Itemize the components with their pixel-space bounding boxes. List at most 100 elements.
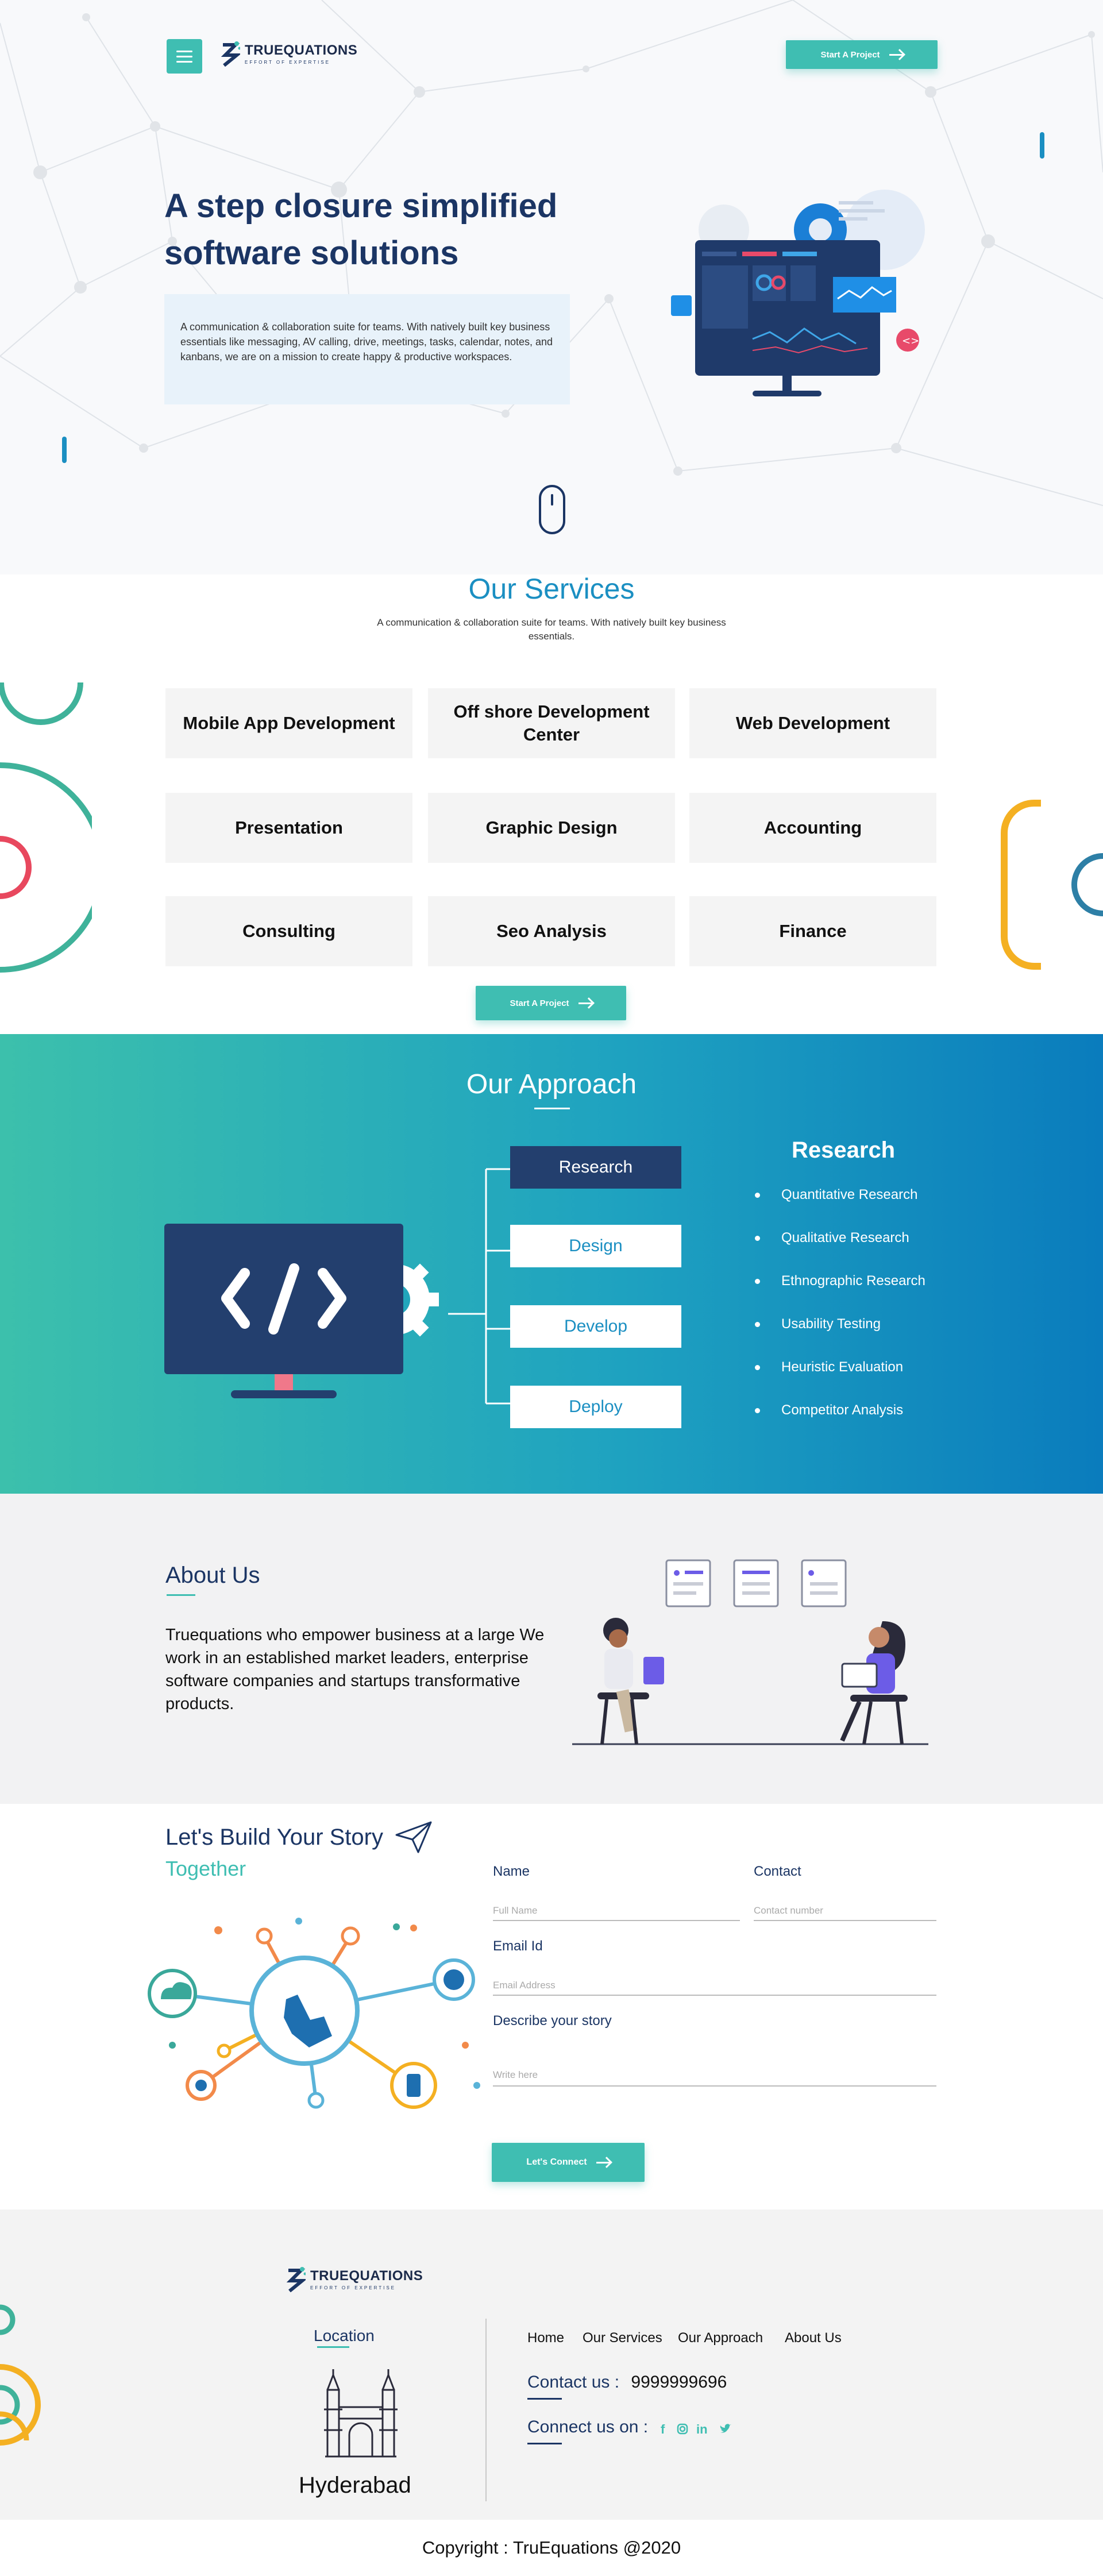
arrow-right-icon [578, 1002, 592, 1004]
city-name: Hyderabad [299, 2473, 411, 2498]
footer-nav-home[interactable]: Home [527, 2330, 564, 2346]
service-card[interactable]: Off shore Development Center [428, 688, 675, 758]
about-title: About Us [165, 1563, 260, 1588]
contact-us-phone[interactable]: 9999999696 [631, 2373, 727, 2392]
menu-icon-bar [176, 60, 192, 63]
lets-connect-label: Let's Connect [526, 2157, 587, 2167]
services-subtitle: A communication & collaboration suite fo… [377, 617, 726, 642]
approach-title-underline [534, 1108, 570, 1109]
services-start-project-button[interactable]: Start A Project [476, 986, 626, 1020]
footer-nav-approach[interactable]: Our Approach [678, 2330, 763, 2346]
decor-circles-right [1001, 800, 1103, 970]
about-section: About Us Truequations who empower busine… [0, 1494, 1103, 1804]
logo-icon [286, 2267, 306, 2292]
story-textarea[interactable]: Write here [493, 2057, 936, 2087]
arrow-right-icon [596, 2161, 610, 2164]
location-label: Location [314, 2327, 375, 2344]
hero-description-box: A communication & collaboration suite fo… [164, 294, 570, 404]
approach-detail-title: Research [792, 1137, 896, 1163]
about-title-underline [167, 1594, 195, 1596]
linkedin-icon[interactable]: in [696, 2422, 708, 2437]
email-label: Email Id [493, 1938, 543, 1954]
approach-detail-list: Quantitative Research Qualitative Resear… [753, 1188, 925, 1447]
contact-label: Contact [754, 1864, 801, 1879]
hero-section: TRUEQUATIONS EFFORT OF EXPERTISE Start A… [0, 0, 1103, 574]
story-title-highlight: Together [165, 1857, 246, 1880]
name-label: Name [493, 1864, 530, 1879]
contact-us-label: Contact us : [527, 2373, 620, 2392]
logo-icon [221, 41, 240, 67]
computer-illustration: <> [671, 190, 925, 396]
decor-circles-footer [0, 2304, 41, 2446]
service-card[interactable]: Mobile App Development [165, 688, 412, 758]
menu-button[interactable] [167, 39, 202, 74]
list-item: Qualitative Research [753, 1231, 925, 1274]
svg-text:<>: <> [902, 335, 919, 347]
connect-us: Connect us on : [527, 2417, 648, 2437]
logo-tagline: EFFORT OF EXPERTISE [245, 59, 331, 65]
contact-us: Contact us : 9999999696 [527, 2373, 727, 2392]
logo-name: TRUEQUATIONS [245, 42, 358, 58]
service-card[interactable]: Web Development [689, 688, 936, 758]
start-project-label: Start A Project [510, 998, 569, 1008]
approach-title: Our Approach [466, 1069, 637, 1100]
footer-logo[interactable]: TRUEQUATIONS EFFORT OF EXPERTISE [286, 2266, 423, 2292]
facebook-icon[interactable]: f [661, 2422, 665, 2437]
instagram-icon[interactable] [677, 2423, 688, 2435]
about-text: Truequations who empower business at a l… [165, 1626, 545, 1713]
hero-title-line2: software solutions [164, 234, 459, 272]
list-item: Quantitative Research [753, 1188, 925, 1231]
contact-input[interactable]: Contact number [754, 1898, 936, 1921]
list-item: Ethnographic Research [753, 1274, 925, 1317]
story-title: Let's Build Your Story [165, 1825, 383, 1850]
menu-icon-bar [176, 50, 192, 52]
connect-us-underline [527, 2443, 562, 2444]
copyright: Copyright : TruEquations @2020 [0, 2520, 1103, 2576]
start-project-label: Start A Project [820, 49, 880, 60]
start-project-button[interactable]: Start A Project [786, 40, 938, 69]
team-illustration [572, 1559, 928, 1745]
approach-step-design[interactable]: Design [510, 1225, 681, 1267]
logo-tagline: EFFORT OF EXPERTISE [310, 2285, 396, 2290]
paper-plane-icon [395, 1821, 432, 1853]
code-monitor-illustration [164, 1224, 439, 1398]
service-card[interactable]: Seo Analysis [428, 896, 675, 966]
decor-circles-left [0, 682, 92, 973]
menu-icon-bar [176, 55, 192, 57]
location-underline [317, 2346, 349, 2348]
lets-connect-button[interactable]: Let's Connect [492, 2143, 645, 2182]
logo-name: TRUEQUATIONS [310, 2268, 423, 2284]
approach-connector-lines [448, 1168, 511, 1405]
service-card[interactable]: Consulting [165, 896, 412, 966]
list-item: Heuristic Evaluation [753, 1360, 925, 1403]
footer-nav-services[interactable]: Our Services [583, 2330, 662, 2346]
header-logo[interactable]: TRUEQUATIONS EFFORT OF EXPERTISE [221, 40, 357, 67]
email-input[interactable]: Email Address [493, 1973, 936, 1996]
service-card[interactable]: Graphic Design [428, 793, 675, 863]
twitter-icon[interactable] [719, 2423, 732, 2435]
service-card[interactable]: Presentation [165, 793, 412, 863]
arrow-right-icon [889, 53, 903, 56]
approach-step-develop[interactable]: Develop [510, 1305, 681, 1348]
services-title: Our Services [468, 573, 635, 605]
hero-title: A step closure simplified software solut… [164, 183, 589, 277]
connectivity-illustration [148, 1918, 480, 2109]
approach-step-research[interactable]: Research [510, 1146, 681, 1189]
approach-step-deploy[interactable]: Deploy [510, 1386, 681, 1428]
approach-section: Our Approach Research Design Develop Dep… [0, 1034, 1103, 1494]
list-item: Competitor Analysis [753, 1403, 925, 1447]
footer [0, 2209, 1103, 2520]
contact-us-underline [527, 2398, 562, 2400]
hero-title-line1: A step closure simplified [164, 187, 558, 225]
story-label: Describe your story [493, 2013, 612, 2029]
footer-nav-about[interactable]: About Us [785, 2330, 842, 2346]
charminar-icon [324, 2369, 398, 2458]
hero-description: A communication & collaboration suite fo… [180, 321, 553, 363]
connect-us-label: Connect us on : [527, 2417, 649, 2436]
service-card[interactable]: Finance [689, 896, 936, 966]
list-item: Usability Testing [753, 1317, 925, 1360]
footer-divider [485, 2319, 487, 2501]
name-input[interactable]: Full Name [493, 1898, 740, 1921]
scroll-down-icon[interactable] [539, 485, 565, 534]
service-card[interactable]: Accounting [689, 793, 936, 863]
